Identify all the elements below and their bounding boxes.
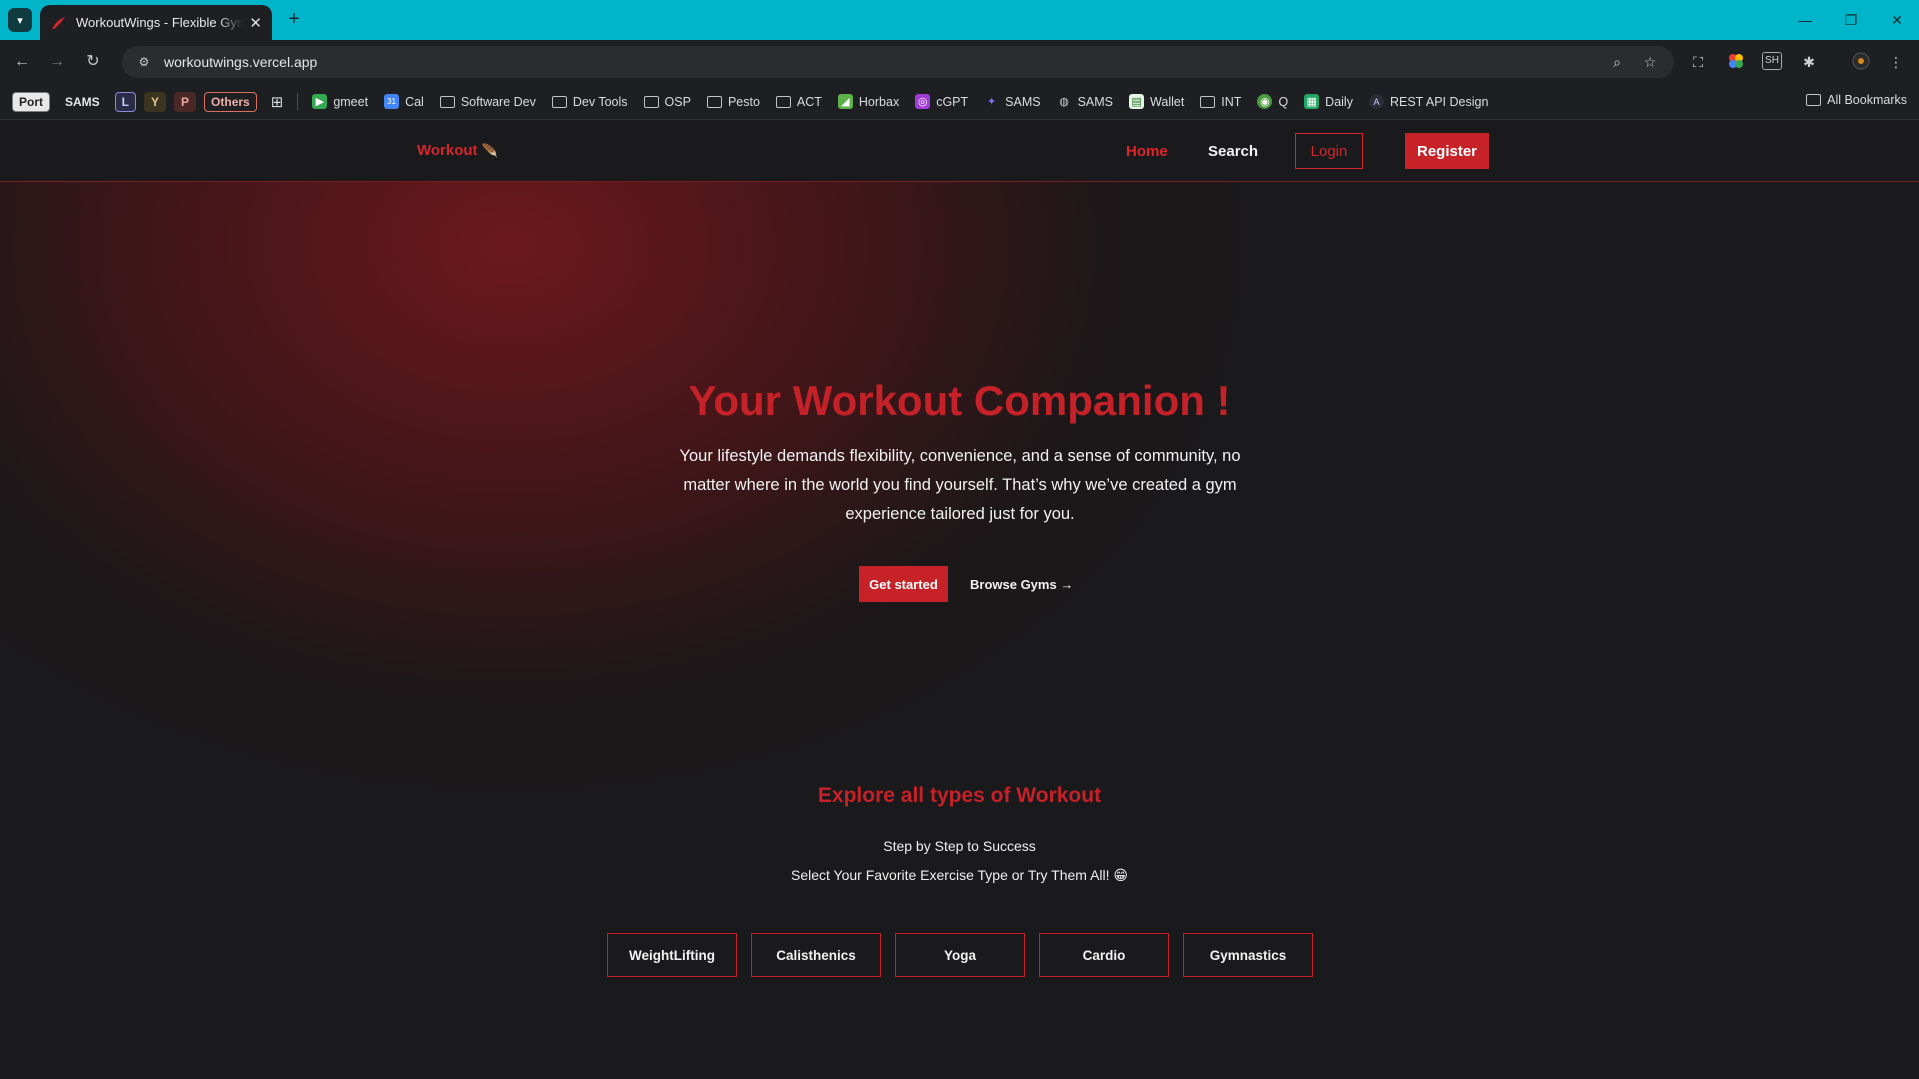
bookmark-gmeet[interactable]: ▶ gmeet xyxy=(306,94,374,109)
browse-gyms-link[interactable]: Browse Gyms → xyxy=(970,577,1073,592)
workout-type-cardio[interactable]: Cardio xyxy=(1039,933,1169,977)
site-info-icon[interactable]: ⚙ xyxy=(134,52,154,72)
login-button[interactable]: Login xyxy=(1295,133,1363,169)
bookmark-dev-tools[interactable]: Dev Tools xyxy=(546,95,634,109)
globe-icon: ◍ xyxy=(1059,96,1069,108)
folder-icon xyxy=(643,95,659,108)
close-window-icon[interactable]: ✕ xyxy=(1882,8,1912,32)
nav-home-link[interactable]: Home xyxy=(1126,143,1168,160)
folder-icon xyxy=(551,95,567,108)
bookmark-wallet[interactable]: ▤ Wallet xyxy=(1123,94,1190,109)
sams-icon: ✦ xyxy=(987,96,997,108)
explore-title: Explore all types of Workout xyxy=(817,784,1102,807)
workout-type-weightlifting[interactable]: WeightLifting xyxy=(607,933,737,977)
profile-avatar-icon[interactable] xyxy=(1851,52,1871,72)
bookmark-int[interactable]: INT xyxy=(1194,95,1247,109)
all-bookmarks[interactable]: All Bookmarks xyxy=(1806,93,1907,107)
zoom-icon[interactable]: ⌕ xyxy=(1607,52,1627,72)
bookmark-chip-p[interactable]: P xyxy=(174,91,197,112)
browser-toolbar: ← → ↻ ⚙ workoutwings.vercel.app ⌕ ☆ ⛶ SH… xyxy=(0,40,1919,84)
sh-extension-icon[interactable]: SH xyxy=(1762,52,1782,70)
bookmark-separator xyxy=(297,92,299,111)
hero-subtitle: Your lifestyle demands flexibility, conv… xyxy=(679,447,1241,523)
nav-search-link[interactable]: Search xyxy=(1208,143,1258,160)
bookmark-star-icon[interactable]: ☆ xyxy=(1640,52,1660,72)
bookmark-cgpt[interactable]: ◎ cGPT xyxy=(909,94,974,109)
back-arrow-icon[interactable]: ← xyxy=(10,50,34,74)
workout-type-list: WeightLifting Calisthenics Yoga Cardio G… xyxy=(607,933,1313,977)
bookmark-sams[interactable]: ✦ SAMS xyxy=(978,94,1046,109)
explore-tagline: Step by Step to Success xyxy=(883,838,1036,854)
bookmark-q[interactable]: ◉ Q xyxy=(1251,94,1294,109)
workout-type-yoga[interactable]: Yoga xyxy=(895,933,1025,977)
hero-title: Your Workout Companion ! xyxy=(688,377,1231,424)
url-text[interactable]: workoutwings.vercel.app xyxy=(164,54,317,70)
get-started-button[interactable]: Get started xyxy=(859,566,948,602)
webpage: Workout 🪶 Home Search Login Register You… xyxy=(0,120,1919,1079)
bookmark-chip-others[interactable]: Others xyxy=(204,91,257,112)
folder-icon xyxy=(1806,94,1822,106)
bookmark-daily[interactable]: ▦ Daily xyxy=(1298,94,1359,109)
api-icon: A xyxy=(1368,94,1384,109)
bookmark-chip-y[interactable]: Y xyxy=(144,91,167,112)
forward-arrow-icon[interactable]: → xyxy=(45,50,69,74)
sheets-icon: ▦ xyxy=(1304,94,1320,109)
horbax-icon: ◢ xyxy=(837,94,853,109)
minimize-icon[interactable]: — xyxy=(1790,8,1820,32)
bookmark-chip-l[interactable]: L xyxy=(114,91,137,112)
wallet-icon: ▤ xyxy=(1129,94,1145,109)
new-tab-plus-icon[interactable]: + xyxy=(282,8,306,32)
google-meet-icon: ▶ xyxy=(312,94,328,109)
workout-type-gymnastics[interactable]: Gymnastics xyxy=(1183,933,1313,977)
feather-icon: 🪶 xyxy=(481,143,498,158)
tab-title: WorkoutWings - Flexible Gym B xyxy=(76,15,244,30)
brand-logo[interactable]: Workout 🪶 xyxy=(417,142,498,159)
address-bar[interactable]: ⚙ workoutwings.vercel.app ⌕ ☆ xyxy=(122,46,1674,78)
bookmarks-bar: Port SAMS L Y P Others ⊞ ▶ gmeet 31 Cal So… xyxy=(0,84,1919,120)
folder-icon xyxy=(439,95,455,108)
bookmark-software-dev[interactable]: Software Dev xyxy=(434,95,542,109)
kebab-menu-icon[interactable]: ⋮ xyxy=(1886,52,1906,72)
apps-grid-icon[interactable]: ⊞ xyxy=(265,93,290,111)
chatgpt-icon: ◎ xyxy=(915,94,931,109)
screen-capture-icon[interactable]: ⛶ xyxy=(1688,52,1708,72)
bookmark-cal[interactable]: 31 Cal xyxy=(378,94,430,109)
register-button[interactable]: Register xyxy=(1405,133,1489,169)
tab-search-chevron-icon[interactable]: ▾ xyxy=(8,8,32,32)
folder-icon xyxy=(1200,95,1216,108)
browser-tab-active[interactable]: WorkoutWings - Flexible Gym B ✕ xyxy=(40,5,272,40)
explore-instruction: Select Your Favorite Exercise Type or Tr… xyxy=(791,867,1128,883)
color-picker-extension-icon[interactable] xyxy=(1726,52,1746,72)
bookmark-sams-2[interactable]: ◍ SAMS xyxy=(1051,94,1119,109)
browser-titlebar: ▾ WorkoutWings - Flexible Gym B ✕ + — ❐ … xyxy=(0,0,1919,40)
bookmark-chip-port[interactable]: Port xyxy=(12,91,50,112)
tab-close-icon[interactable]: ✕ xyxy=(249,14,262,32)
workout-type-calisthenics[interactable]: Calisthenics xyxy=(751,933,881,977)
wing-favicon-icon xyxy=(52,16,65,29)
bookmark-chip-sams[interactable]: SAMS xyxy=(58,91,107,112)
folder-icon xyxy=(706,95,722,108)
bookmark-act[interactable]: ACT xyxy=(770,95,828,109)
bookmark-pesto[interactable]: Pesto xyxy=(701,95,766,109)
bookmark-rest-api-design[interactable]: A REST API Design xyxy=(1363,94,1494,109)
bookmark-horbax[interactable]: ◢ Horbax xyxy=(832,94,905,109)
folder-icon xyxy=(775,95,791,108)
reload-icon[interactable]: ↻ xyxy=(81,50,105,74)
q-icon: ◉ xyxy=(1257,94,1273,109)
calendar-icon: 31 xyxy=(384,94,400,109)
restore-icon[interactable]: ❐ xyxy=(1836,8,1866,32)
site-navbar: Workout 🪶 Home Search Login Register xyxy=(0,120,1919,182)
extensions-puzzle-icon[interactable]: ✱ xyxy=(1799,52,1819,72)
bookmark-osp[interactable]: OSP xyxy=(638,95,697,109)
